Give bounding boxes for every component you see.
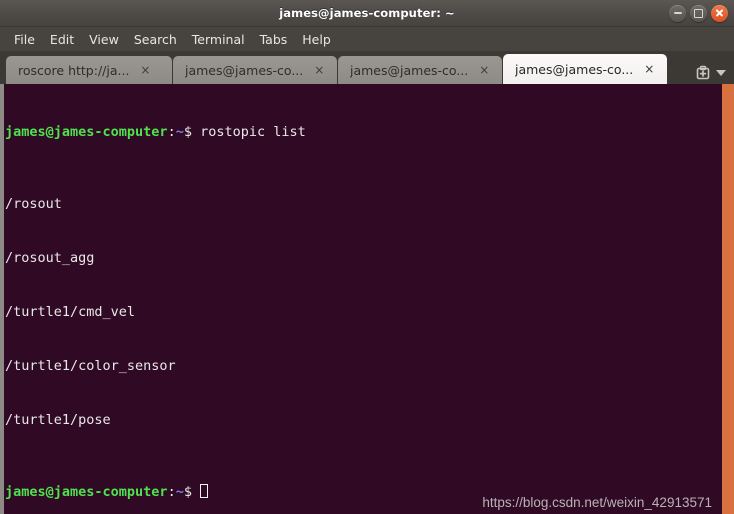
prompt-user-host: james@james-computer bbox=[5, 124, 168, 140]
tab-terminal-2[interactable]: james@james-co... × bbox=[173, 56, 337, 84]
menu-item-terminal[interactable]: Terminal bbox=[186, 30, 251, 49]
prompt-colon: : bbox=[167, 124, 176, 140]
tab-label: roscore http://ja... bbox=[18, 62, 130, 78]
terminal-scrollbar[interactable] bbox=[0, 84, 4, 514]
close-icon bbox=[715, 9, 724, 18]
terminal-output-line: /turtle1/cmd_vel bbox=[5, 304, 136, 320]
window-title: james@james-computer: ~ bbox=[279, 6, 455, 20]
terminal-output-line: /rosout_agg bbox=[5, 250, 95, 266]
menu-bar: File Edit View Search Terminal Tabs Help bbox=[0, 27, 734, 52]
tab-label: james@james-co... bbox=[185, 62, 304, 78]
tab-label: james@james-co... bbox=[350, 62, 469, 78]
maximize-icon bbox=[694, 8, 703, 18]
terminal-body[interactable]: james@james-computer:~$ rostopic list /r… bbox=[0, 84, 734, 514]
prompt-path: ~ bbox=[175, 124, 184, 140]
tab-bar-actions bbox=[695, 65, 732, 81]
maximize-button[interactable] bbox=[690, 4, 707, 22]
prompt-colon: : bbox=[167, 484, 176, 500]
tab-label: james@james-co... bbox=[515, 61, 634, 77]
prompt-user-host: james@james-computer bbox=[5, 484, 168, 500]
tab-close-icon[interactable]: × bbox=[478, 64, 490, 76]
terminal-output-line: /turtle1/pose bbox=[5, 412, 111, 428]
tab-roscore[interactable]: roscore http://ja... × bbox=[6, 56, 172, 84]
block-cursor bbox=[200, 484, 209, 498]
menu-item-file[interactable]: File bbox=[8, 30, 41, 49]
tab-bar: roscore http://ja... × james@james-co...… bbox=[0, 52, 734, 84]
chevron-down-icon[interactable] bbox=[716, 70, 726, 76]
menu-item-tabs[interactable]: Tabs bbox=[254, 30, 294, 49]
prompt-dollar: $ bbox=[183, 484, 192, 500]
menu-item-search[interactable]: Search bbox=[128, 30, 183, 49]
window-controls bbox=[669, 0, 728, 26]
terminal-line-command: james@james-computer:~$ rostopic list bbox=[5, 123, 720, 141]
title-bar[interactable]: james@james-computer: ~ bbox=[0, 0, 734, 27]
minimize-icon bbox=[673, 12, 682, 14]
prompt-path: ~ bbox=[175, 484, 184, 500]
menu-item-view[interactable]: View bbox=[83, 30, 125, 49]
terminal-output-line: /rosout bbox=[5, 196, 62, 212]
tab-close-icon[interactable]: × bbox=[313, 64, 325, 76]
terminal-window: james@james-computer: ~ File Edit View S… bbox=[0, 0, 734, 514]
tab-terminal-3[interactable]: james@james-co... × bbox=[338, 56, 502, 84]
tab-close-icon[interactable]: × bbox=[643, 63, 655, 75]
tab-terminal-4-active[interactable]: james@james-co... × bbox=[503, 54, 667, 84]
close-button[interactable] bbox=[711, 4, 728, 22]
menu-item-edit[interactable]: Edit bbox=[44, 30, 80, 49]
tab-close-icon[interactable]: × bbox=[139, 64, 151, 76]
terminal-output: james@james-computer:~$ rostopic list /r… bbox=[5, 87, 720, 514]
prompt-dollar: $ bbox=[183, 124, 192, 140]
menu-item-help[interactable]: Help bbox=[296, 30, 337, 49]
terminal-output-line: /turtle1/color_sensor bbox=[5, 358, 176, 374]
minimize-button[interactable] bbox=[669, 4, 686, 22]
new-tab-icon[interactable] bbox=[695, 65, 711, 81]
window-right-edge bbox=[722, 84, 734, 514]
watermark-text: https://blog.csdn.net/weixin_42913571 bbox=[482, 495, 712, 510]
terminal-command: rostopic list bbox=[191, 124, 306, 140]
